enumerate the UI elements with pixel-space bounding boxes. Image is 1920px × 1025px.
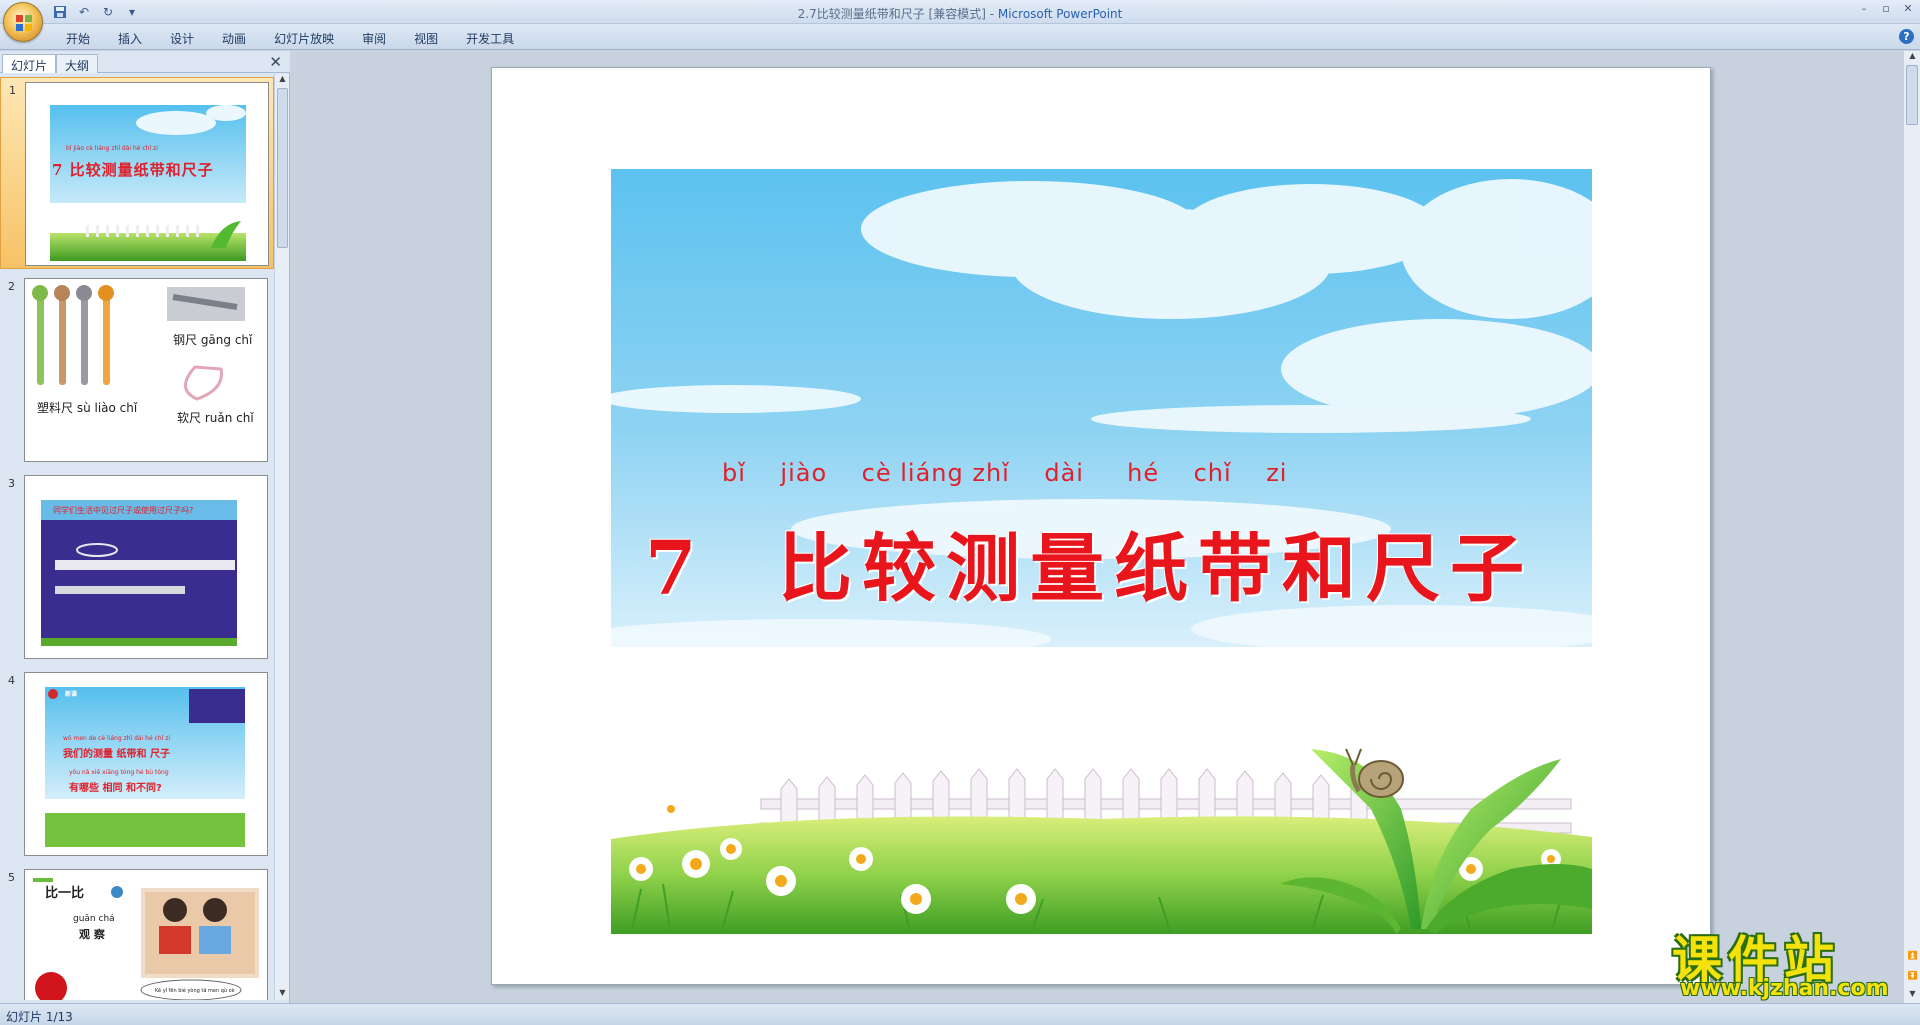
thumbnail-label-steel: 钢尺 gāng chǐ	[173, 333, 253, 347]
panel-scroll-thumb[interactable]	[277, 88, 288, 248]
slide-number: 5	[8, 871, 15, 884]
thumbnail-3-scene	[41, 500, 237, 646]
window-controls: – ▫ ✕	[1856, 2, 1916, 15]
thumbnail-2-scene	[32, 285, 245, 401]
title-bar: ↶ ↻ ▾ 2.7比较测量纸带和尺子 [兼容模式] - Microsoft Po…	[0, 0, 1920, 42]
office-button[interactable]	[3, 2, 43, 42]
window-title: 2.7比较测量纸带和尺子 [兼容模式] - Microsoft PowerPoi…	[0, 5, 1920, 22]
office-logo-icon	[16, 15, 32, 31]
slide-scene: bǐ jiào cè liáng zhǐ dài hé chǐ zi 7 比较测…	[611, 169, 1592, 934]
slide-scroll-thumb[interactable]	[1906, 65, 1918, 125]
tab-outline[interactable]: 大纲	[56, 54, 99, 73]
panel-scrollbar[interactable]: ▲ ▼	[274, 74, 289, 1000]
app-name: Microsoft PowerPoint	[997, 7, 1123, 21]
thumbnail-canvas: 新课 wǒ men de cè liáng zhǐ dài hé chǐ zi …	[24, 672, 268, 856]
tab-animations[interactable]: 动画	[208, 30, 260, 47]
slide-number: 2	[8, 280, 15, 293]
tab-developer[interactable]: 开发工具	[452, 30, 528, 47]
help-icon[interactable]: ?	[1899, 29, 1914, 44]
watermark-logo: 课件站 www.kjzhan.com	[1668, 920, 1908, 1002]
tab-review[interactable]: 审阅	[348, 30, 400, 47]
slide-counter: 幻灯片 1/13	[6, 1010, 73, 1024]
slide-thumbnails: 1 bǐ jiào cè liáng zhǐ dài hé chǐ zi 7 比…	[0, 74, 274, 1000]
panel-close-icon[interactable]: ✕	[269, 53, 282, 71]
thumbnail-4-scene	[45, 687, 245, 847]
thumbnail-line1-pinyin: wǒ men de cè liáng zhǐ dài hé chǐ zi	[63, 735, 171, 742]
restore-button[interactable]: ▫	[1878, 2, 1894, 15]
tab-slides[interactable]: 幻灯片	[2, 54, 57, 73]
slide-area-scrollbar[interactable]: ▲ ⏫ ⏬ ▼	[1903, 51, 1920, 1003]
thumbnail-pinyin: guān chá	[73, 914, 115, 924]
thumbnail-label-plastic: 塑料尺 sù liào chǐ	[37, 401, 138, 415]
slide-number: 3	[8, 477, 15, 490]
ribbon-tabs: 开始 插入 设计 动画 幻灯片放映 审阅 视图 开发工具	[52, 30, 528, 47]
slide-thumbnail-4[interactable]: 4 新课 wǒ men de cè liáng zhǐ dài hé chǐ z…	[0, 668, 274, 860]
slide-number: 1	[9, 84, 16, 97]
thumbnail-line2-pinyin: yǒu nǎ xiē xiāng tóng hé bù tóng	[69, 769, 169, 776]
status-bar: 幻灯片 1/13	[0, 1003, 1920, 1025]
tab-home[interactable]: 开始	[52, 30, 104, 47]
slide-thumbnail-1[interactable]: 1 bǐ jiào cè liáng zhǐ dài hé chǐ zi 7 比…	[0, 77, 274, 269]
thumbnail-pinyin: bǐ jiào cè liáng zhǐ dài hé chǐ zi	[66, 145, 158, 152]
document-title: 2.7比较测量纸带和尺子 [兼容模式] -	[797, 7, 998, 21]
thumbnail-bubble: Kě yǐ fēn bié yòng tā men qù cè	[155, 988, 235, 994]
minimize-button[interactable]: –	[1856, 2, 1872, 15]
thumbnail-line2: 有哪些 相同 和不同?	[69, 783, 162, 794]
slide-title: 7 比较测量纸带和尺子	[645, 526, 1535, 612]
current-slide[interactable]: bǐ jiào cè liáng zhǐ dài hé chǐ zi 7 比较测…	[491, 67, 1711, 985]
thumbnail-word: 观 察	[79, 928, 105, 941]
scroll-up-icon[interactable]: ▲	[1904, 51, 1920, 60]
panel-tabs: 幻灯片 大纲 ✕	[0, 51, 290, 73]
thumbnail-canvas: 钢尺 gāng chǐ 塑料尺 sù liào chǐ 软尺 ruǎn chǐ	[24, 278, 268, 462]
watermark-url: www.kjzhan.com	[1680, 976, 1889, 1001]
slide-thumbnail-2[interactable]: 2 钢尺 gāng chǐ 塑料尺 sù liào chǐ 软尺 ruǎn ch…	[0, 274, 274, 466]
slide-editing-area: bǐ jiào cè liáng zhǐ dài hé chǐ zi 7 比较测…	[297, 51, 1903, 1003]
thumbnail-title: 比一比	[45, 886, 85, 901]
tab-insert[interactable]: 插入	[104, 30, 156, 47]
tab-view[interactable]: 视图	[400, 30, 452, 47]
scroll-down-icon[interactable]: ▼	[275, 988, 290, 1000]
thumbnail-title: 7 比较测量纸带和尺子	[52, 161, 214, 179]
thumbnail-label-soft: 软尺 ruǎn chǐ	[177, 411, 254, 425]
tab-slide-show[interactable]: 幻灯片放映	[260, 30, 348, 47]
thumbnail-canvas: 同学们生活中见过尺子或使用过尺子吗?	[24, 475, 268, 659]
thumbnail-question: 同学们生活中见过尺子或使用过尺子吗?	[53, 506, 194, 515]
thumbnail-badge: 新课	[65, 691, 78, 698]
thumbnail-canvas: bǐ jiào cè liáng zhǐ dài hé chǐ zi 7 比较测…	[25, 82, 269, 266]
scroll-up-icon[interactable]: ▲	[275, 74, 290, 86]
slides-panel: 幻灯片 大纲 ✕ 1 bǐ jiào cè liáng zhǐ dài hé c…	[0, 51, 290, 1003]
slide-thumbnail-3[interactable]: 3 同学们生活中见过尺子或使用过尺子吗?	[0, 471, 274, 663]
slide-thumbnail-5[interactable]: 5 比一比 guān chá 观 察 Kě yǐ fēn bié yòng tā…	[0, 865, 274, 1000]
thumbnail-line1: 我们的测量 纸带和 尺子	[63, 749, 170, 760]
slide-pinyin: bǐ jiào cè liáng zhǐ dài hé chǐ zi	[722, 459, 1288, 487]
slide-number: 4	[8, 674, 15, 687]
close-button[interactable]: ✕	[1900, 2, 1916, 15]
tab-design[interactable]: 设计	[156, 30, 208, 47]
thumbnail-canvas: 比一比 guān chá 观 察 Kě yǐ fēn bié yòng tā m…	[24, 869, 268, 1000]
ribbon: 开始 插入 设计 动画 幻灯片放映 审阅 视图 开发工具 ?	[0, 24, 1920, 50]
